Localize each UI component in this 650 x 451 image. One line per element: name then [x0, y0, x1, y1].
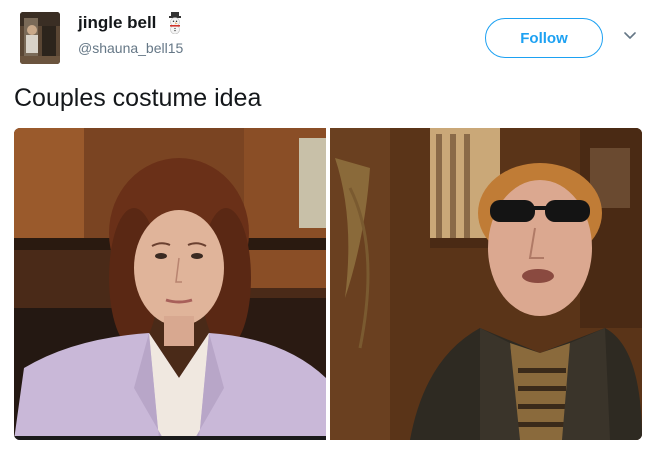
user-handle[interactable]: @shauna_bell15 — [78, 40, 183, 56]
snowman-icon — [169, 12, 182, 34]
avatar[interactable] — [20, 12, 60, 64]
media-grid — [14, 128, 642, 440]
tweet-card: jingle bell @shauna_bell15 Follow Couple… — [0, 0, 650, 451]
chevron-down-icon[interactable] — [622, 28, 638, 44]
photo-woman-lavender-blazer[interactable] — [14, 128, 326, 440]
photo-man-sunglasses[interactable] — [330, 128, 642, 440]
tweet-text: Couples costume idea — [14, 84, 262, 112]
display-name[interactable]: jingle bell — [78, 13, 156, 33]
name-row: jingle bell — [78, 12, 186, 34]
follow-button[interactable]: Follow — [485, 18, 603, 58]
